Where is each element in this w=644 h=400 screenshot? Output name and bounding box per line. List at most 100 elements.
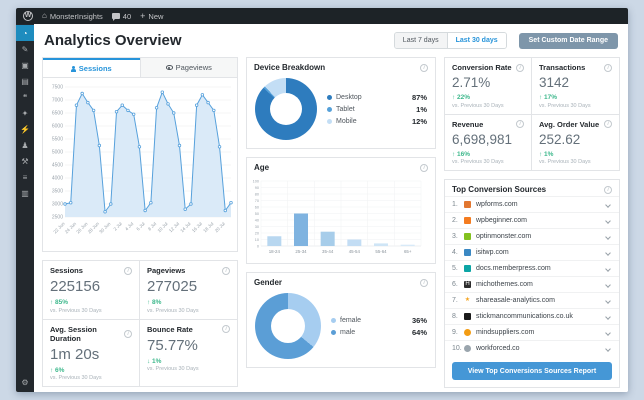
legend-label: male (340, 328, 356, 336)
chevron-down-icon[interactable] (605, 265, 611, 272)
favicon-icon: H (464, 281, 471, 288)
tab-pageviews[interactable]: Pageviews (139, 58, 237, 77)
svg-text:4 Jul: 4 Jul (124, 221, 134, 231)
adminbar-site-link[interactable]: ⌂ MonsterInsights (42, 12, 103, 21)
conversion-source-row[interactable]: 1. wpforms.com (445, 196, 619, 212)
svg-text:2500: 2500 (52, 215, 63, 221)
info-icon[interactable] (516, 120, 524, 128)
metric-value: 75.77% (147, 336, 198, 354)
conversion-source-row[interactable]: 4. isitwp.com (445, 244, 619, 260)
source-rank: 3. (452, 233, 458, 240)
metric-value: 6,698,981 (452, 131, 513, 147)
menu-monsterinsights-dashboard[interactable]: ◔ (16, 25, 34, 41)
legend-label: Desktop (336, 93, 362, 101)
legend-item: female 36% (331, 316, 427, 325)
info-icon[interactable] (124, 329, 132, 338)
chevron-down-icon[interactable] (605, 233, 611, 240)
info-icon[interactable] (420, 163, 428, 172)
info-icon[interactable] (604, 63, 612, 72)
metric-delta: ↑ 6% (50, 366, 65, 374)
conversion-source-row[interactable]: 9. mindsuppliers.com (445, 324, 619, 340)
info-icon[interactable] (604, 120, 612, 128)
menu-posts[interactable]: ✎ (16, 41, 34, 57)
source-rank: 4. (452, 249, 458, 256)
source-domain: stickmancommunications.co.uk (476, 313, 573, 320)
chevron-down-icon[interactable] (605, 313, 611, 320)
chevron-down-icon[interactable] (605, 281, 611, 288)
legend-value: 12% (411, 116, 427, 126)
conversion-source-row[interactable]: 2. wpbeginner.com (445, 212, 619, 228)
info-icon[interactable] (516, 63, 524, 72)
metric-bounce-rate: Bounce Rate 75.77% ↓ 1% vs. Previous 30 … (140, 320, 237, 387)
menu-users[interactable]: ♟ (16, 137, 34, 153)
view-sources-report-button[interactable]: View Top Conversions Sources Report (452, 362, 612, 380)
chevron-down-icon[interactable] (605, 217, 611, 224)
info-icon[interactable] (222, 325, 230, 333)
metric-delta: ↑ 1% (539, 150, 554, 158)
metric-label: Revenue (452, 119, 484, 129)
legend-value: 1% (416, 104, 427, 114)
menu-comments[interactable]: ❝ (16, 89, 34, 105)
wp-admin-sidebar: ◔ ✎ ▣ ▤ ❝ ✦ ⚡ ♟ ⚒ ≡ ▥ ⚙ (16, 24, 34, 392)
last-7-days-button[interactable]: Last 7 days (394, 33, 447, 48)
info-icon[interactable] (420, 63, 428, 72)
conversion-source-row[interactable]: 5. docs.memberpress.com (445, 260, 619, 276)
menu-pages[interactable]: ▤ (16, 73, 34, 89)
set-custom-date-range-button[interactable]: Set Custom Date Range (518, 32, 618, 49)
chevron-down-icon[interactable] (605, 201, 611, 208)
source-domain: workforced.co (476, 345, 520, 352)
source-rank: 1. (452, 201, 458, 208)
svg-text:2 Jul: 2 Jul (113, 221, 123, 231)
metric-sub: vs. Previous 30 Days (50, 375, 102, 381)
info-icon[interactable] (604, 185, 612, 194)
menu-tools[interactable]: ⚒ (16, 153, 34, 169)
metric-delta: ↑ 22% (452, 94, 471, 101)
sessions-chart-card: Sessions Pageviews 2500 3000 3500 4000 4500 5… (42, 57, 238, 252)
legend-label: Tablet (336, 105, 355, 113)
legend-dot (331, 317, 336, 323)
menu-settings[interactable]: ≡ (16, 169, 34, 185)
menu-insights-reports[interactable]: ▥ (16, 185, 34, 201)
menu-appearance[interactable]: ✦ (16, 105, 34, 121)
tab-sessions[interactable]: Sessions (43, 58, 140, 77)
source-domain: wpbeginner.com (476, 217, 527, 224)
chevron-down-icon[interactable] (605, 345, 611, 352)
favicon-icon (464, 249, 471, 256)
source-domain: michothemes.com (476, 281, 533, 288)
svg-text:5500: 5500 (52, 137, 63, 143)
wordpress-logo-icon[interactable]: W (23, 11, 33, 21)
menu-plugins[interactable]: ⚡ (16, 121, 34, 137)
svg-text:0: 0 (257, 244, 259, 248)
info-icon[interactable] (420, 278, 428, 287)
chevron-down-icon[interactable] (605, 297, 611, 304)
svg-text:4000: 4000 (52, 176, 63, 182)
menu-collapse-settings[interactable]: ⚙ (16, 374, 34, 390)
svg-text:16 Jul: 16 Jul (191, 221, 203, 233)
conversion-source-row[interactable]: 7. ★ shareasale-analytics.com (445, 292, 619, 308)
conversion-source-row[interactable]: 6. H michothemes.com (445, 276, 619, 292)
conversion-source-row[interactable]: 3. optinmonster.com (445, 228, 619, 244)
favicon-icon (464, 233, 471, 240)
conversion-source-row[interactable]: 10. workforced.co (445, 340, 619, 356)
metric-sub: vs. Previous 30 Days (539, 159, 591, 165)
adminbar-comments[interactable]: 40 (111, 12, 131, 21)
metric-label: Transactions (539, 63, 586, 72)
menu-media[interactable]: ▣ (16, 57, 34, 73)
last-30-days-button[interactable]: Last 30 days (446, 33, 506, 48)
favicon-icon (464, 329, 471, 336)
info-icon[interactable] (222, 266, 230, 275)
info-icon[interactable] (124, 266, 132, 275)
conversion-source-row[interactable]: 8. stickmancommunications.co.uk (445, 308, 619, 324)
metric-sub: vs. Previous 30 Days (147, 307, 199, 314)
chevron-down-icon[interactable] (605, 329, 611, 336)
metric-value: 2.71% (452, 75, 491, 90)
chevron-down-icon[interactable] (605, 249, 611, 256)
source-domain: docs.memberpress.com (476, 265, 551, 272)
metric-label: Sessions (50, 266, 83, 275)
adminbar-new[interactable]: + New (140, 12, 163, 21)
svg-text:30: 30 (255, 225, 259, 229)
svg-text:10: 10 (255, 238, 259, 242)
svg-text:6 Jul: 6 Jul (135, 221, 145, 231)
metric-avg-order-value: Avg. Order Value 252.62 ↑ 1% vs. Previou… (532, 115, 619, 171)
traffic-metrics-grid: Sessions 225156 ↑ 85% vs. Previous 30 Da… (42, 260, 238, 387)
